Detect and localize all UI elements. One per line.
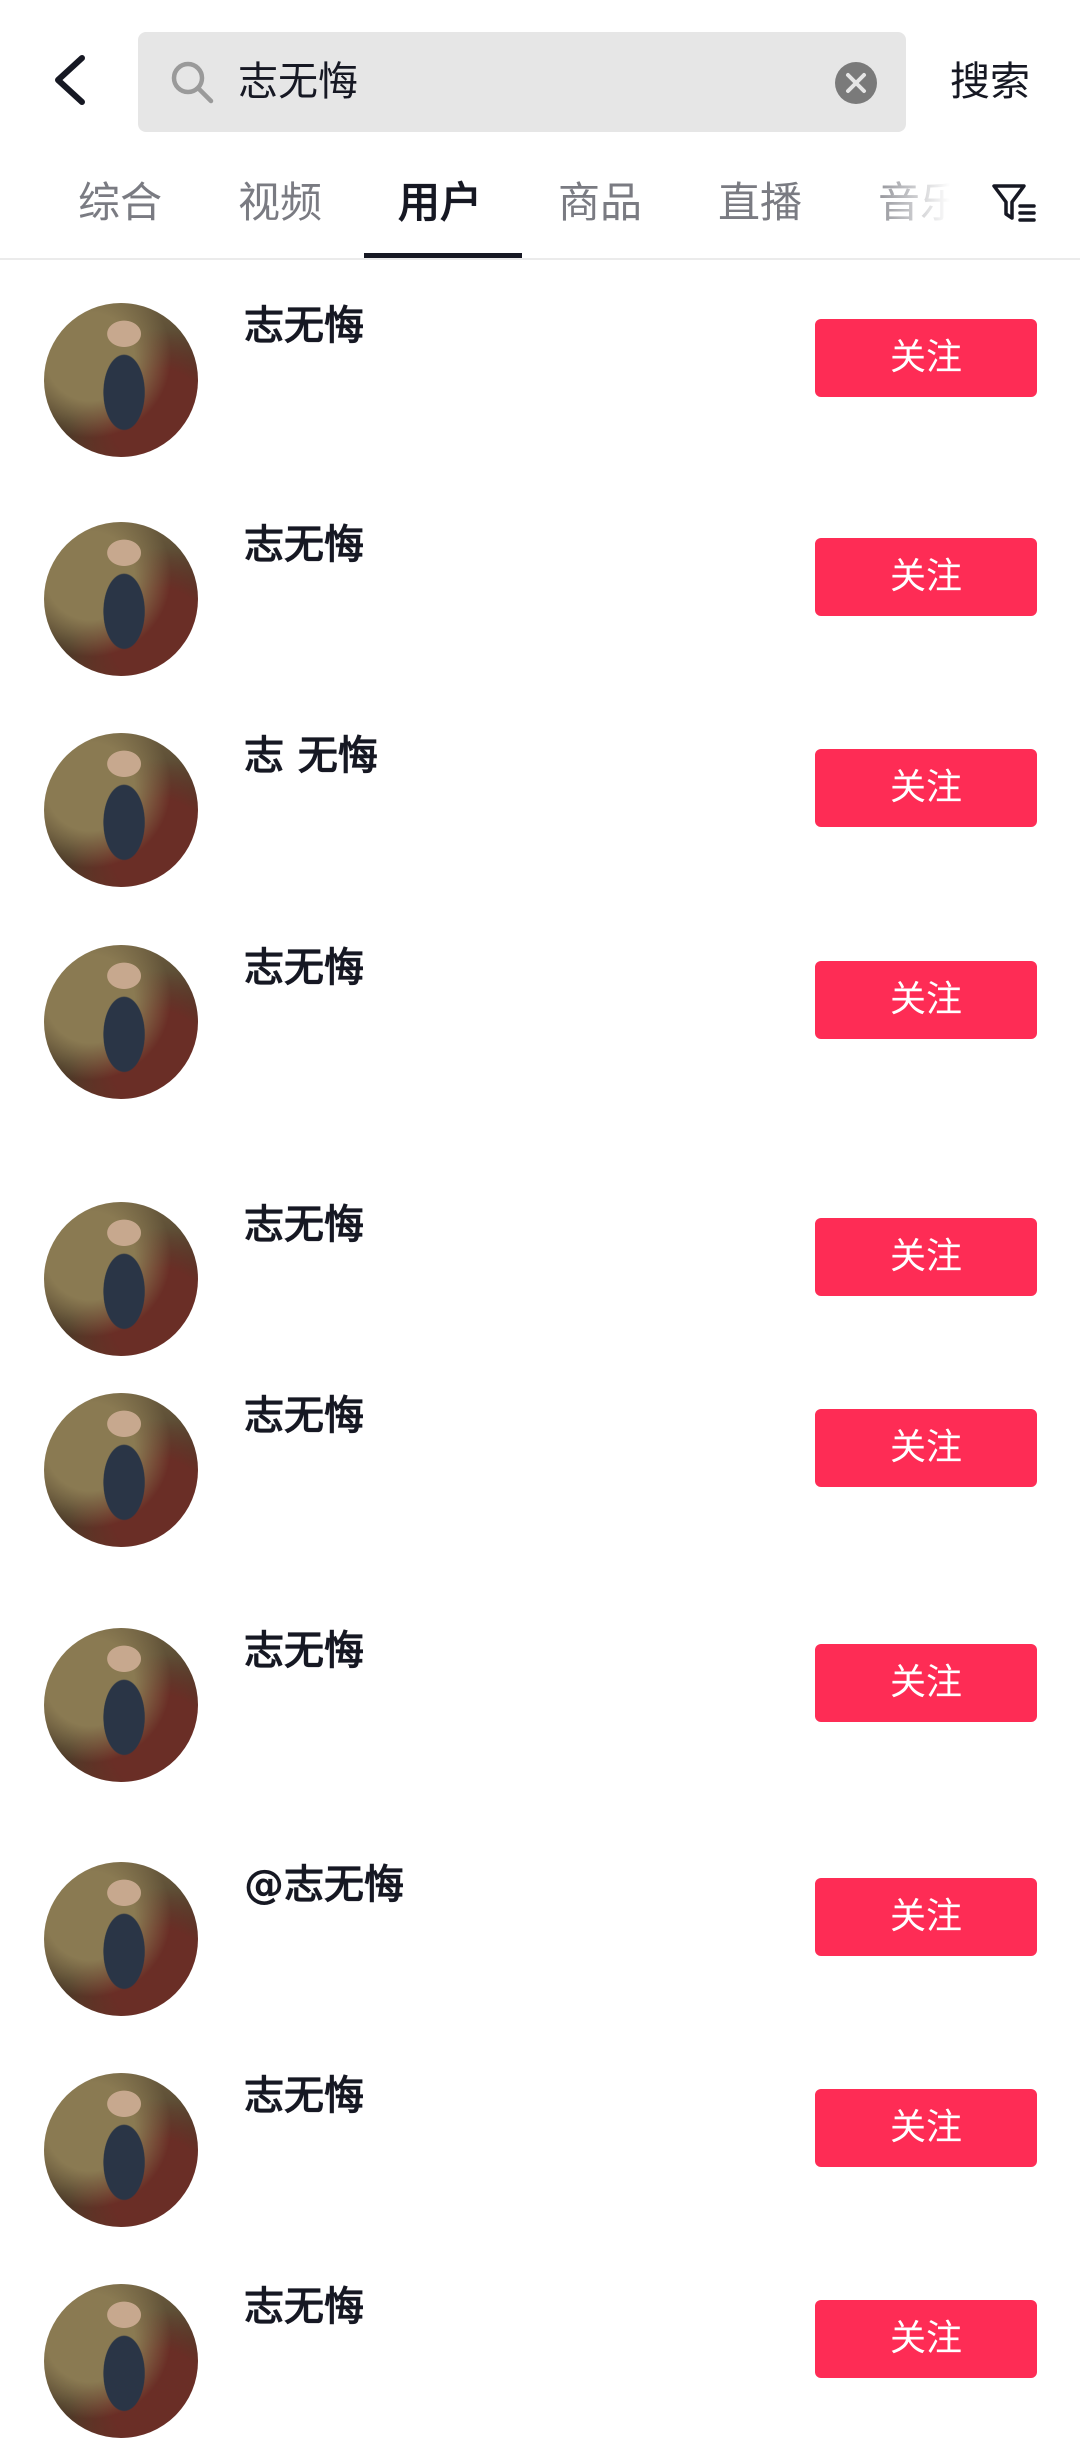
tab-users[interactable]: 用户 xyxy=(398,158,482,258)
tab-products[interactable]: 商品 xyxy=(558,158,642,258)
user-result-row[interactable]: 志无悔 关注 xyxy=(0,522,1080,702)
tab-videos[interactable]: 视频 xyxy=(238,158,322,258)
avatar[interactable] xyxy=(44,1862,198,2016)
back-arrow-icon xyxy=(55,55,85,105)
tab-live[interactable]: 直播 xyxy=(718,158,802,258)
clear-icon[interactable] xyxy=(834,61,878,105)
user-result-row[interactable]: 志无悔 关注 xyxy=(0,1628,1080,1808)
user-result-row[interactable]: @志无悔 关注 xyxy=(0,1862,1080,2042)
filter-icon[interactable] xyxy=(990,180,1036,226)
user-nickname: 志无悔 xyxy=(244,1202,364,1248)
avatar[interactable] xyxy=(44,1628,198,1782)
avatar[interactable] xyxy=(44,2284,198,2438)
avatar[interactable] xyxy=(44,945,198,1099)
search-input[interactable]: 志无悔 xyxy=(238,32,358,132)
user-result-row[interactable]: 志无悔 关注 xyxy=(0,1393,1080,1573)
divider xyxy=(0,258,1080,260)
avatar[interactable] xyxy=(44,303,198,457)
follow-button[interactable]: 关注 xyxy=(815,538,1037,616)
user-nickname: 志无悔 xyxy=(244,1393,364,1439)
user-nickname: 志无悔 xyxy=(244,2284,364,2330)
avatar[interactable] xyxy=(44,2073,198,2227)
user-result-row[interactable]: 志无悔 关注 xyxy=(0,303,1080,483)
user-nickname: 志无悔 xyxy=(244,522,364,568)
user-result-row[interactable]: 志无悔 关注 xyxy=(0,945,1080,1125)
follow-button[interactable]: 关注 xyxy=(815,1878,1037,1956)
avatar[interactable] xyxy=(44,1393,198,1547)
user-result-row[interactable]: 志无悔 关注 xyxy=(0,1202,1080,1382)
user-result-row[interactable]: 志 无悔 关注 xyxy=(0,733,1080,913)
follow-button[interactable]: 关注 xyxy=(815,1644,1037,1722)
user-nickname: @志无悔 xyxy=(244,1862,404,1908)
follow-button[interactable]: 关注 xyxy=(815,1218,1037,1296)
follow-button[interactable]: 关注 xyxy=(815,1409,1037,1487)
user-result-row[interactable]: 志无悔 关注 xyxy=(0,2284,1080,2464)
search-icon xyxy=(171,61,214,104)
follow-button[interactable]: 关注 xyxy=(815,2089,1037,2167)
user-result-row[interactable]: 志无悔 关注 xyxy=(0,2073,1080,2253)
tab-fade xyxy=(860,158,980,248)
user-nickname: 志 无悔 xyxy=(244,733,378,779)
avatar[interactable] xyxy=(44,522,198,676)
tab-comprehensive[interactable]: 综合 xyxy=(78,158,162,258)
follow-button[interactable]: 关注 xyxy=(815,961,1037,1039)
user-nickname: 志无悔 xyxy=(244,2073,364,2119)
follow-button[interactable]: 关注 xyxy=(815,319,1037,397)
search-button[interactable]: 搜索 xyxy=(950,32,1030,132)
user-nickname: 志无悔 xyxy=(244,945,364,991)
user-nickname: 志无悔 xyxy=(244,1628,364,1674)
follow-button[interactable]: 关注 xyxy=(815,2300,1037,2378)
user-nickname: 志无悔 xyxy=(244,303,364,349)
follow-button[interactable]: 关注 xyxy=(815,749,1037,827)
back-button[interactable] xyxy=(44,48,96,112)
avatar[interactable] xyxy=(44,733,198,887)
search-bar[interactable]: 志无悔 xyxy=(138,32,906,132)
avatar[interactable] xyxy=(44,1202,198,1356)
